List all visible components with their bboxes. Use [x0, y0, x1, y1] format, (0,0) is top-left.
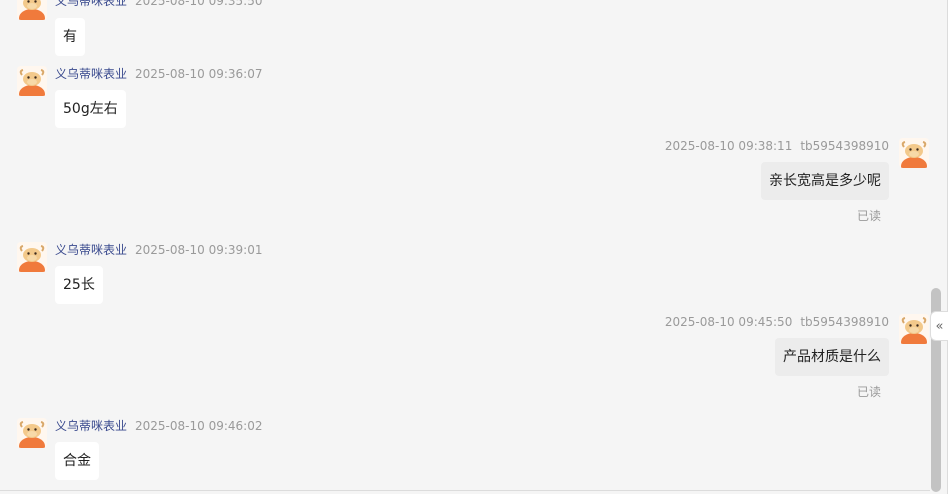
seller-avatar[interactable]: [17, 418, 47, 448]
cow-avatar-icon: [899, 314, 929, 344]
message-bubble[interactable]: 有: [55, 18, 85, 56]
message-time: 2025-08-10 09:36:07: [135, 67, 263, 81]
collapse-sidebar-button[interactable]: «: [930, 311, 948, 341]
message-time: 2025-08-10 09:38:11: [664, 139, 793, 153]
message-meta: 义乌蒂咪表业 2025-08-10 09:36:07: [55, 67, 262, 81]
message-meta: 2025-08-10 09:38:11 tb5954398910: [665, 139, 889, 153]
sender-name: tb5954398910: [800, 315, 889, 329]
cow-avatar-icon: [899, 138, 929, 168]
message-time: 2025-08-10 09:35:50: [135, 0, 263, 8]
seller-avatar[interactable]: [17, 66, 47, 96]
chat-window: 义乌蒂咪表业 2025-08-10 09:35:50 有 义乌蒂咪表业 2025-0…: [0, 0, 948, 494]
message-time: 2025-08-10 09:39:01: [135, 243, 263, 257]
message-bubble[interactable]: 产品材质是什么: [775, 338, 889, 376]
message-meta: 义乌蒂咪表业 2025-08-10 09:39:01: [55, 243, 262, 257]
seller-avatar[interactable]: [17, 242, 47, 272]
message-bubble[interactable]: 亲长宽高是多少呢: [761, 162, 889, 200]
message-meta: 义乌蒂咪表业 2025-08-10 09:46:02: [55, 419, 262, 433]
message-meta: 2025-08-10 09:45:50 tb5954398910: [665, 315, 889, 329]
sender-name: 义乌蒂咪表业: [55, 243, 128, 257]
message-time: 2025-08-10 09:46:02: [135, 419, 263, 433]
double-chevron-left-icon: «: [935, 318, 944, 334]
cow-avatar-icon: [17, 418, 47, 448]
cow-avatar-icon: [17, 242, 47, 272]
message-bubble[interactable]: 50g左右: [55, 90, 126, 128]
message-time: 2025-08-10 09:45:50: [664, 315, 793, 329]
message-bubble[interactable]: 25长: [55, 266, 103, 304]
divider: [0, 490, 930, 491]
cow-avatar-icon: [17, 0, 47, 20]
sender-name: tb5954398910: [800, 139, 889, 153]
read-status: 已读: [856, 209, 881, 223]
message-bubble[interactable]: 合金: [55, 442, 99, 480]
sender-name: 义乌蒂咪表业: [55, 67, 128, 81]
sender-name: 义乌蒂咪表业: [55, 419, 128, 433]
buyer-avatar[interactable]: [899, 138, 929, 168]
sender-name: 义乌蒂咪表业: [55, 0, 128, 8]
message-meta: 义乌蒂咪表业 2025-08-10 09:35:50: [55, 0, 262, 8]
seller-avatar[interactable]: [17, 0, 47, 20]
cow-avatar-icon: [17, 66, 47, 96]
buyer-avatar[interactable]: [899, 314, 929, 344]
read-status: 已读: [856, 385, 881, 399]
